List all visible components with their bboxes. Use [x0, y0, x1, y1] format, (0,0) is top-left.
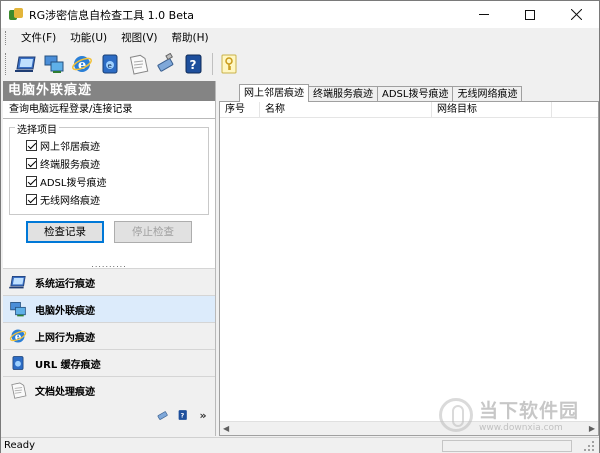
status-text: Ready — [4, 440, 36, 451]
system-run-icon — [15, 56, 36, 72]
checkbox-checked-icon[interactable] — [26, 140, 37, 151]
toolbar-network-button[interactable] — [42, 52, 66, 76]
tab-bar: 网上邻居痕迹 终端服务痕迹 ADSL拨号痕迹 无线网络痕迹 — [239, 84, 523, 102]
toolbar-help-button[interactable]: ? — [182, 52, 206, 76]
column-header-network-target[interactable]: 网络目标 — [432, 102, 552, 118]
close-button[interactable] — [553, 1, 599, 28]
help-icon[interactable]: ? — [175, 407, 191, 423]
scroll-right-icon[interactable]: ▶ — [589, 424, 595, 433]
menu-bar: 文件(F) 功能(U) 视图(V) 帮助(H) — [1, 28, 599, 48]
stop-check-button[interactable]: 停止检查 — [114, 221, 192, 243]
system-run-icon — [9, 273, 27, 291]
toolbar-document-button[interactable] — [126, 52, 150, 76]
tab-network-neighborhood[interactable]: 网上邻居痕迹 — [239, 84, 309, 102]
nav-item-label: URL 缓存痕迹 — [35, 359, 101, 371]
nav-item-external-connection[interactable]: 电脑外联痕迹 — [3, 295, 215, 322]
cache-icon — [9, 354, 27, 372]
group-label: 选择项目 — [15, 121, 59, 136]
option-label: ADSL拨号痕迹 — [40, 178, 107, 189]
toolbar-ie-button[interactable]: e — [70, 52, 94, 76]
usb-icon[interactable] — [155, 407, 171, 423]
network-computer-icon — [9, 300, 27, 318]
toolbar: e e ? — [1, 49, 599, 79]
option-adsl-dialup[interactable]: ADSL拨号痕迹 — [26, 174, 106, 189]
tab-terminal-service[interactable]: 终端服务痕迹 — [308, 86, 378, 102]
svg-text:?: ? — [181, 412, 185, 420]
select-items-group: 选择项目 网上邻居痕迹 终端服务痕迹 ADSL拨号痕迹 无线网络痕迹 — [9, 121, 209, 215]
tab-adsl-dialup[interactable]: ADSL拨号痕迹 — [377, 86, 454, 102]
toolbar-grip — [5, 53, 8, 75]
minimize-button[interactable] — [461, 1, 507, 28]
option-network-neighborhood[interactable]: 网上邻居痕迹 — [26, 138, 100, 153]
document-icon — [9, 381, 27, 399]
status-progress-box — [442, 440, 572, 452]
list-header: 序号 名称 网络目标 — [220, 102, 598, 118]
window-title: RG涉密信息自检查工具 1.0 Beta — [29, 8, 195, 22]
watermark: 当下软件园 www.downxia.com — [439, 396, 579, 433]
section-title: 电脑外联痕迹 — [3, 81, 215, 101]
menu-function[interactable]: 功能(U) — [63, 28, 114, 48]
left-panel: 电脑外联痕迹 查询电脑远程登录/连接记录 选择项目 网上邻居痕迹 终端服务痕迹 … — [3, 81, 216, 436]
option-label: 终端服务痕迹 — [40, 160, 100, 171]
title-bar: RG涉密信息自检查工具 1.0 Beta — [1, 1, 599, 28]
toolbar-cache-button[interactable]: e — [98, 52, 122, 76]
nav-list: 系统运行痕迹 电脑外联痕迹 e 上网行为痕迹 URL 缓存痕迹 文档处理痕迹 — [3, 268, 215, 403]
app-logo-icon — [9, 7, 23, 22]
option-wireless-network[interactable]: 无线网络痕迹 — [26, 192, 100, 207]
nav-item-label: 文档处理痕迹 — [35, 386, 95, 398]
toolbar-system-run-button[interactable] — [14, 52, 38, 76]
column-header-name[interactable]: 名称 — [260, 102, 432, 118]
key-icon — [221, 54, 237, 74]
toolbar-separator — [212, 53, 213, 75]
nav-item-url-cache[interactable]: URL 缓存痕迹 — [3, 349, 215, 376]
menu-view[interactable]: 视图(V) — [114, 28, 164, 48]
section-subtitle: 查询电脑远程登录/连接记录 — [3, 101, 215, 119]
nav-item-system-run[interactable]: 系统运行痕迹 — [3, 268, 215, 295]
cache-icon: e — [102, 54, 118, 74]
scroll-left-icon[interactable]: ◀ — [223, 424, 229, 433]
watermark-url: www.downxia.com — [479, 423, 563, 433]
nav-item-document-processing[interactable]: 文档处理痕迹 — [3, 376, 215, 403]
nav-item-label: 系统运行痕迹 — [35, 278, 95, 290]
nav-item-label: 上网行为痕迹 — [35, 332, 95, 344]
result-list[interactable]: 序号 名称 网络目标 ◀ ▶ — [219, 101, 599, 436]
nav-item-internet-behavior[interactable]: e 上网行为痕迹 — [3, 322, 215, 349]
maximize-button[interactable] — [507, 1, 553, 28]
resize-grip-icon[interactable] — [583, 440, 595, 452]
watermark-logo-icon — [439, 397, 473, 432]
menu-help[interactable]: 帮助(H) — [165, 28, 216, 48]
menu-file[interactable]: 文件(F) — [14, 28, 63, 48]
checkbox-checked-icon[interactable] — [26, 158, 37, 169]
ie-browser-icon: e — [72, 56, 92, 73]
network-computer-icon — [44, 55, 64, 73]
tab-wireless-network[interactable]: 无线网络痕迹 — [452, 86, 523, 102]
option-label: 网上邻居痕迹 — [40, 142, 100, 153]
option-terminal-service[interactable]: 终端服务痕迹 — [26, 156, 100, 171]
check-records-button[interactable]: 检查记录 — [26, 221, 104, 243]
app-window: RG涉密信息自检查工具 1.0 Beta 文件(F) 功能(U) 视图(V) 帮… — [0, 0, 600, 453]
option-label: 无线网络痕迹 — [40, 196, 100, 207]
svg-text:?: ? — [190, 58, 197, 72]
toolbar-usb-button[interactable] — [154, 52, 178, 76]
nav-item-label: 电脑外联痕迹 — [35, 305, 95, 317]
more-chevron-icon[interactable]: » — [195, 407, 211, 423]
right-panel: 网上邻居痕迹 终端服务痕迹 ADSL拨号痕迹 无线网络痕迹 序号 名称 网络目标… — [219, 81, 599, 436]
ie-browser-icon: e — [9, 327, 27, 345]
watermark-title: 当下软件园 — [479, 400, 580, 422]
help-icon: ? — [185, 54, 202, 74]
usb-icon — [157, 53, 174, 72]
status-bar: Ready — [1, 437, 599, 453]
svg-text:e: e — [108, 62, 112, 70]
toolbar-key-button[interactable] — [217, 52, 241, 76]
document-icon — [129, 54, 149, 75]
checkbox-checked-icon[interactable] — [26, 194, 37, 205]
nav-footer: ? » — [3, 404, 215, 426]
checkbox-checked-icon[interactable] — [26, 176, 37, 187]
column-header-index[interactable]: 序号 — [220, 102, 260, 118]
close-icon — [570, 9, 582, 20]
menu-grip — [5, 31, 8, 45]
